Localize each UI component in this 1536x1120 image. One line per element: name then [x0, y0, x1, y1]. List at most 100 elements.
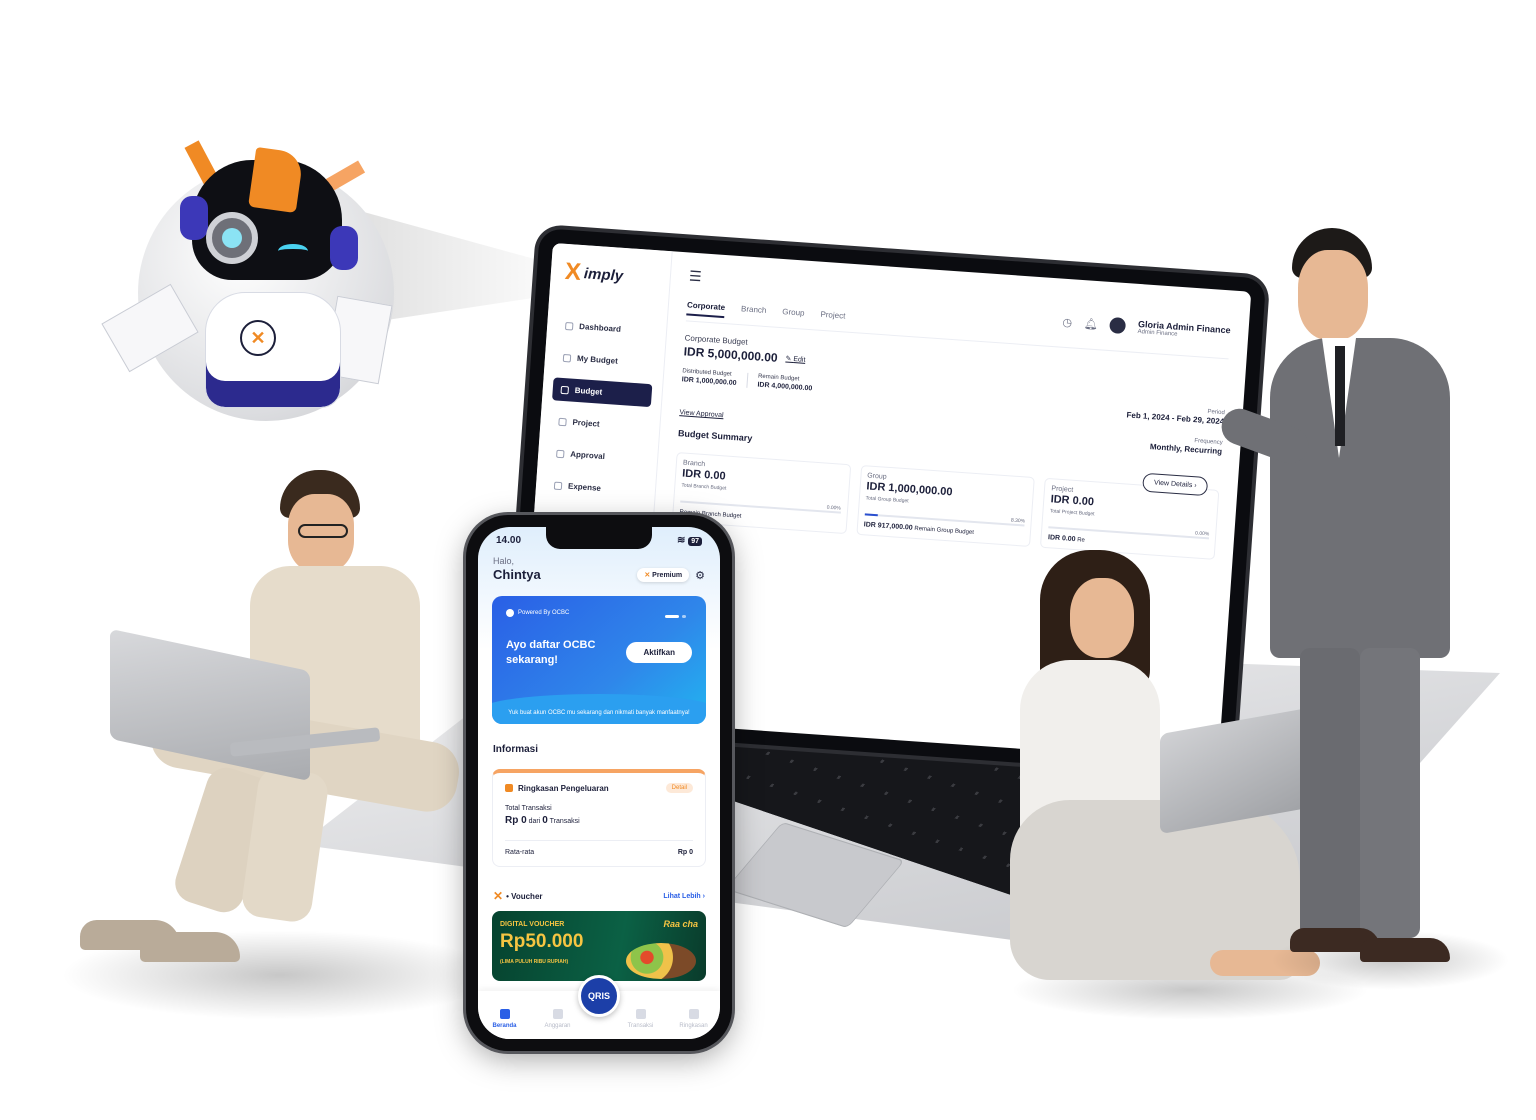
bell-icon[interactable]: 🔔︎ [1084, 317, 1099, 331]
robot-crest [248, 146, 304, 214]
sidebar-item-label: Expense [567, 481, 602, 493]
sidebar-item-project[interactable]: Project [550, 409, 650, 439]
sidebar-item-label: Dashboard [578, 321, 622, 334]
ringkasan-title: Ringkasan Pengeluaran [518, 783, 609, 793]
dari-text: dari [528, 818, 541, 825]
tab-branch[interactable]: Branch [740, 304, 767, 321]
ocbc-logo-icon [506, 609, 514, 617]
view-details-label: View Details [1153, 479, 1193, 490]
budget-icon [560, 385, 570, 394]
distributed-value: IDR 1,000,000.00 [681, 376, 737, 388]
expense-icon [553, 481, 563, 490]
sidebar-item-dashboard[interactable]: Dashboard [556, 313, 656, 343]
my-budget-icon [562, 353, 572, 362]
ximply-mark-icon: ✕ [493, 889, 504, 903]
ringkasan-card[interactable]: Ringkasan Pengeluaran Detail Total Trans… [492, 769, 706, 867]
ximply-logo-icon: ✕ [240, 320, 276, 356]
robot-ear-left [180, 196, 208, 240]
menu-icon[interactable]: ☰ [688, 267, 703, 285]
distributed-budget: Distributed Budget IDR 1,000,000.00 [681, 368, 749, 388]
wallet-icon [505, 784, 513, 792]
anggaran-icon [552, 1009, 563, 1019]
ocbc-banner[interactable]: Powered By OCBC Ayo daftar OCBC sekarang… [492, 596, 706, 724]
nav-label: Transaksi [627, 1023, 654, 1029]
robot-body [205, 292, 341, 408]
ringkasan-icon [688, 1009, 699, 1019]
phone: 14.00 ≋ 97 Halo, Chintya ✕ Premium ⚙ Pow… [466, 515, 732, 1051]
total-transaksi-value: Rp 0 dari 0 Transaksi [505, 815, 693, 826]
nav-item-transaksi[interactable]: Transaksi [621, 1009, 661, 1029]
gear-icon[interactable]: ⚙ [695, 569, 705, 582]
ocbc-headline: Ayo daftar OCBC sekarang! [506, 639, 596, 666]
total-transaksi-label: Total Transaksi [505, 805, 552, 812]
sidebar-item-label: Project [572, 417, 600, 429]
remain-text: Remain Group Budget [914, 525, 975, 537]
dashboard-icon [564, 321, 574, 331]
carousel-dots [665, 615, 686, 618]
ocbc-subtext: Yuk buat akun OCBC mu sekarang dan nikma… [508, 710, 690, 716]
sidebar-item-budget[interactable]: Budget [552, 377, 653, 408]
history-icon[interactable]: ◷ [1062, 315, 1072, 329]
transaksi-icon [635, 1009, 646, 1019]
tab-corporate[interactable]: Corporate [686, 300, 726, 319]
sidebar-item-label: Approval [569, 449, 606, 462]
total-amount: Rp 0 [505, 815, 527, 826]
rata-rata-value: Rp 0 [677, 849, 693, 856]
tab-group[interactable]: Group [782, 307, 805, 324]
voucher-title: • Voucher [506, 891, 543, 901]
wifi-icon: ≋ [677, 535, 686, 546]
lihat-lebih-link[interactable]: Lihat Lebih › [663, 893, 705, 900]
informasi-title: Informasi [493, 744, 539, 755]
food-image [626, 943, 696, 979]
lihat-lebih-label: Lihat Lebih [663, 892, 701, 900]
user-name-mobile: Chintya [493, 567, 541, 582]
voucher-amount: Rp50.000 [500, 931, 584, 952]
sidebar-item-my-budget[interactable]: My Budget [554, 345, 654, 375]
voucher-header: ✕ • Voucher Lihat Lebih › [478, 867, 720, 903]
edit-label: Edit [793, 356, 806, 364]
sidebar-item-label: My Budget [576, 353, 619, 366]
nav-label: Beranda [492, 1023, 517, 1029]
sidebar-item-approval[interactable]: Approval [548, 441, 648, 471]
edit-budget-link[interactable]: ✎ Edit [785, 354, 805, 363]
remain-value: IDR 4,000,000.00 [757, 381, 813, 393]
brand-name: imply [583, 264, 624, 285]
voucher-words: (LIMA PULUH RIBU RUPIAH) [500, 959, 569, 965]
approval-icon [556, 449, 565, 458]
nav-item-beranda[interactable]: Beranda [485, 1009, 525, 1029]
robot-eye-icon [206, 212, 258, 264]
rata-rata-label: Rata-rata [505, 849, 535, 856]
qris-button[interactable]: QRIS [578, 975, 620, 1017]
premium-label: Premium [652, 572, 683, 579]
nav-item-ringkasan[interactable]: Ringkasan [674, 1009, 714, 1029]
remain-amount: IDR 917,000.00 [863, 521, 913, 532]
detail-button[interactable]: Detail [665, 783, 693, 793]
voucher-banner[interactable]: DIGITAL VOUCHER Rp50.000 (LIMA PULUH RIB… [492, 911, 706, 981]
project-icon [558, 417, 567, 426]
nav-label: Anggaran [544, 1023, 571, 1029]
nav-item-anggaran[interactable]: Anggaran [538, 1009, 578, 1029]
nav-label: Ringkasan [679, 1023, 708, 1029]
beranda-icon [499, 1009, 510, 1019]
brand-mark: X [564, 257, 582, 286]
aktifkan-button[interactable]: Aktifkan [626, 642, 692, 663]
status-icons: ≋ 97 [677, 535, 702, 546]
remain-text: Re [1076, 537, 1086, 544]
person-man-right [1216, 228, 1480, 968]
robot-ear-right [330, 226, 358, 270]
status-time: 14.00 [496, 535, 522, 546]
transaksi-count: 0 [542, 815, 548, 826]
notch [546, 527, 652, 549]
sidebar-item-expense[interactable]: Expense [545, 473, 645, 503]
sidebar-item-label: Budget [574, 385, 603, 397]
avatar[interactable] [1109, 317, 1127, 335]
premium-badge[interactable]: ✕ Premium [637, 568, 690, 582]
voucher-brand: Raa cha [663, 919, 698, 929]
greeting-text: Halo, [493, 556, 515, 566]
remain-amount: IDR 0.00 [1047, 534, 1076, 544]
robot-wink-icon [278, 244, 308, 258]
brand-logo[interactable]: X imply [560, 258, 661, 293]
summary-card-group[interactable]: Group IDR 1,000,000.00 Total Group Budget 8… [856, 464, 1036, 547]
tab-project[interactable]: Project [820, 310, 845, 327]
ximply-mark-icon: ✕ [644, 572, 651, 579]
